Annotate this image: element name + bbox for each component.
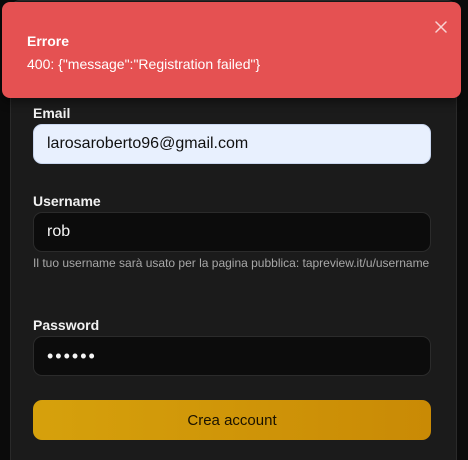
password-field[interactable]: •••••• [33, 336, 431, 376]
username-label: Username [33, 193, 101, 209]
password-label: Password [33, 317, 100, 333]
username-helper-text: Il tuo username sarà usato per la pagina… [33, 256, 430, 270]
toast-message: 400: {"message":"Registration failed"} [27, 56, 261, 72]
create-account-button[interactable]: Crea account [33, 400, 431, 440]
toast-title: Errore [27, 33, 70, 49]
email-label: Email [33, 105, 71, 121]
close-icon[interactable] [431, 17, 451, 37]
email-field[interactable]: larosaroberto96@gmail.com [33, 124, 431, 164]
error-toast: Errore 400: {"message":"Registration fai… [2, 2, 461, 98]
username-field[interactable]: rob [33, 212, 431, 252]
registration-page: Email larosaroberto96@gmail.com Username… [0, 0, 468, 460]
